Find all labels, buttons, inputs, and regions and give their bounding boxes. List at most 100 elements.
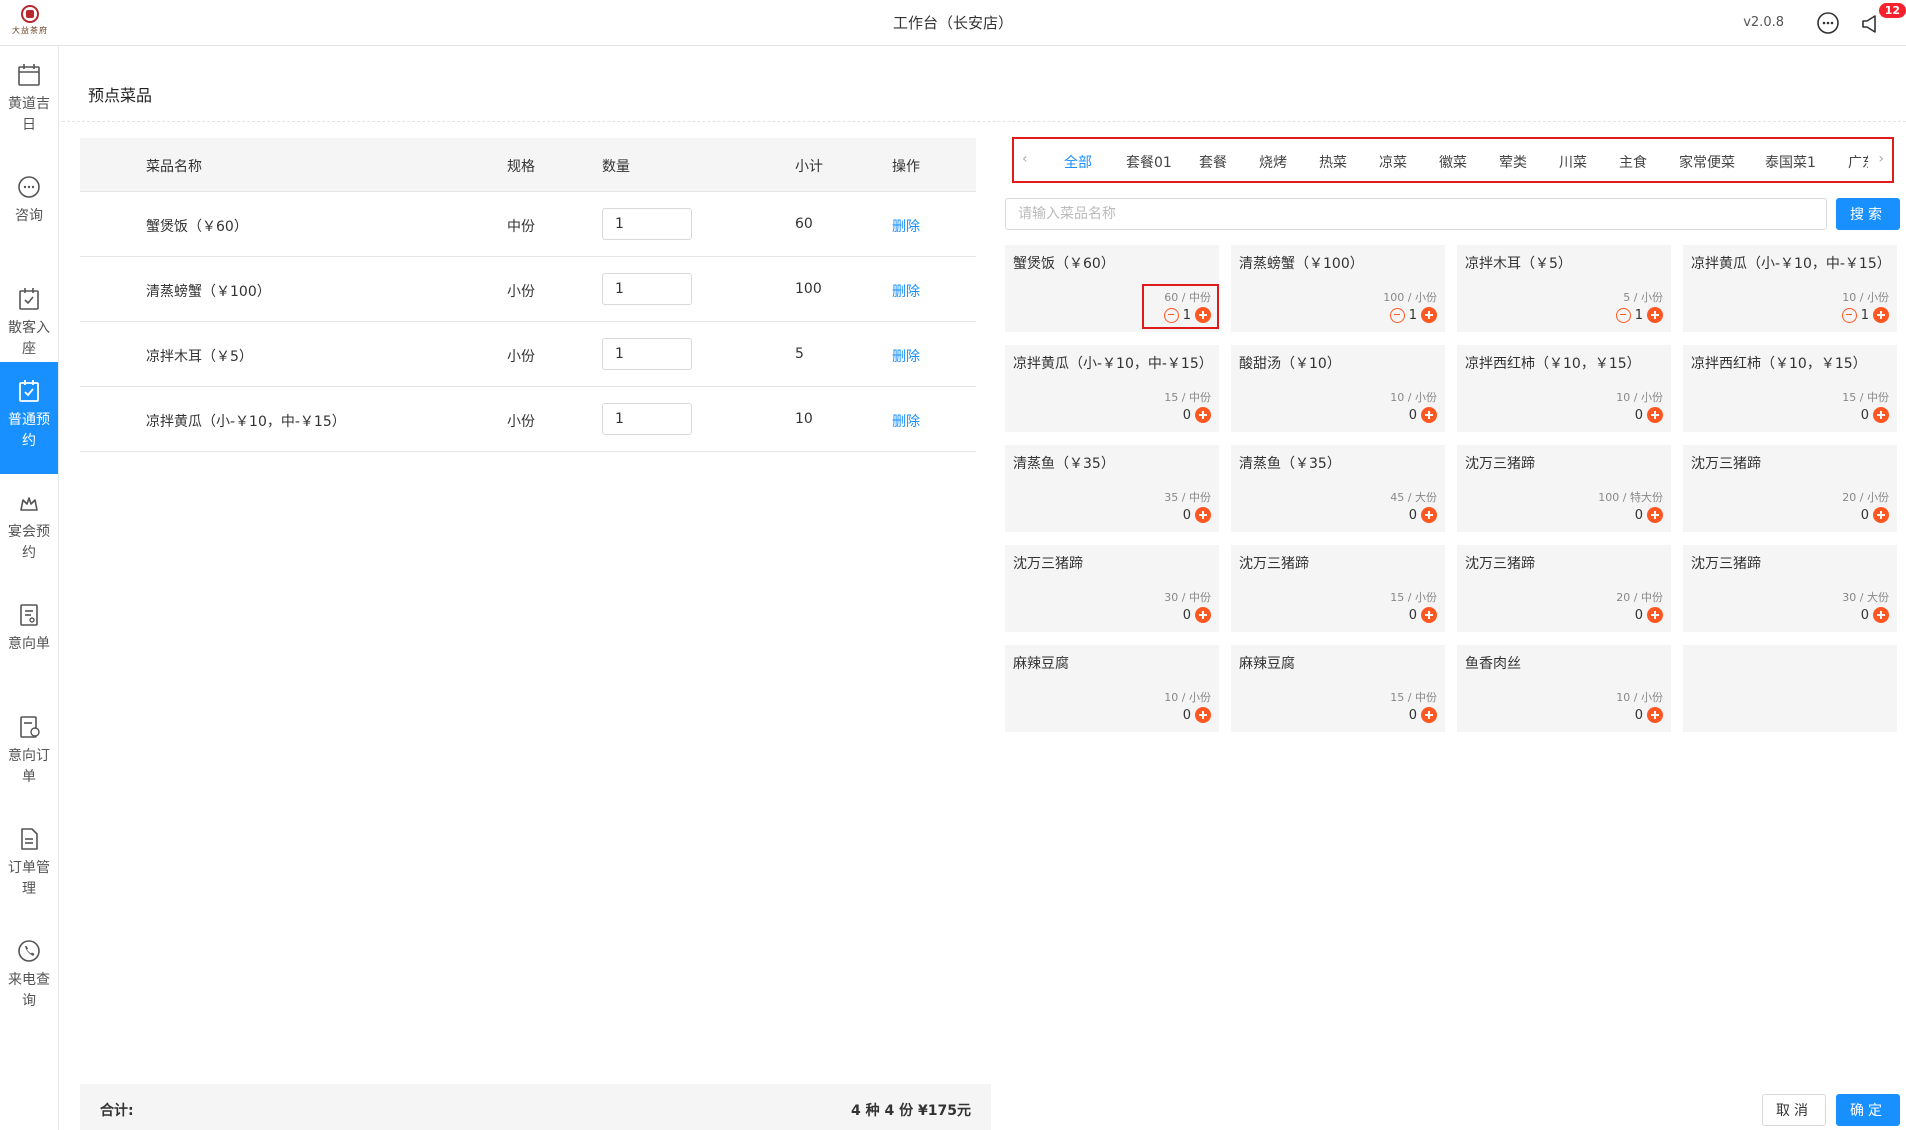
tab-set-01[interactable]: 套餐01 xyxy=(1126,152,1172,172)
table-row: 清蒸螃蟹（￥100） 小份 100 删除 xyxy=(80,257,976,322)
tab-cold-dish[interactable]: 凉菜 xyxy=(1379,152,1407,172)
dish-card-price-spec: 10 / 小份 xyxy=(1616,691,1663,704)
plus-circle-icon[interactable] xyxy=(1421,307,1437,323)
top-bar: 大益茶府 工作台（长安店） v2.0.8 12 xyxy=(0,0,1906,46)
dish-card-price-spec: 100 / 小份 xyxy=(1383,291,1437,304)
phone-icon xyxy=(18,940,40,962)
order-total-bar: 合计: 4 种 4 份 ¥175元 xyxy=(80,1084,991,1130)
plus-circle-icon[interactable] xyxy=(1873,407,1889,423)
dish-card-name: 清蒸鱼（￥35） xyxy=(1239,456,1341,472)
plus-circle-icon[interactable] xyxy=(1195,407,1211,423)
minus-circle-icon[interactable] xyxy=(1389,307,1405,323)
tab-hot-dish[interactable]: 热菜 xyxy=(1319,152,1347,172)
plus-circle-icon[interactable] xyxy=(1421,707,1437,723)
sidebar-item-intent-order[interactable]: 意向订单 xyxy=(0,698,58,810)
dish-card-name: 沈万三猪蹄 xyxy=(1239,556,1309,572)
tab-set[interactable]: 套餐 xyxy=(1199,152,1227,172)
category-tabs: ‹ 全部 套餐01 套餐 烧烤 热菜 凉菜 徽菜 荤类 川菜 主食 家常便菜 泰… xyxy=(1012,137,1894,183)
dish-card-count: 0 xyxy=(1182,407,1191,423)
sidebar-item-consult[interactable]: 咨询 xyxy=(0,158,58,270)
quantity-input[interactable] xyxy=(602,338,692,370)
quantity-stepper: 0 xyxy=(1861,607,1889,623)
plus-circle-icon[interactable] xyxy=(1647,507,1663,523)
chevron-left-icon[interactable]: ‹ xyxy=(1022,151,1028,167)
dish-card: 沈万三猪蹄 20 / 小份 0 xyxy=(1683,445,1897,532)
quantity-input[interactable] xyxy=(602,403,692,435)
minus-circle-icon[interactable] xyxy=(1615,307,1631,323)
dish-spec: 小份 xyxy=(507,349,535,365)
dish-card: 沈万三猪蹄 30 / 大份 0 xyxy=(1683,545,1897,632)
tab-all[interactable]: 全部 xyxy=(1064,152,1092,172)
tab-sichuan[interactable]: 川菜 xyxy=(1559,152,1587,172)
sidebar-item-orders[interactable]: 订单管理 xyxy=(0,810,58,922)
tab-cantonese[interactable]: 广东菜 xyxy=(1848,152,1868,172)
dish-subtotal: 100 xyxy=(795,281,822,297)
quantity-stepper: 1 xyxy=(1841,307,1889,323)
plus-circle-icon[interactable] xyxy=(1873,607,1889,623)
message-icon[interactable] xyxy=(1816,11,1840,35)
plus-circle-icon[interactable] xyxy=(1873,307,1889,323)
plus-circle-icon[interactable] xyxy=(1647,707,1663,723)
chevron-right-icon[interactable]: › xyxy=(1878,151,1884,167)
plus-circle-icon[interactable] xyxy=(1647,607,1663,623)
sidebar-item-label: 咨询 xyxy=(15,208,43,224)
sidebar-item-reservation[interactable]: 普通预约 xyxy=(0,362,58,474)
tab-home-style[interactable]: 家常便菜 xyxy=(1679,152,1735,172)
dish-card-name: 酸甜汤（￥10） xyxy=(1239,356,1341,372)
dish-card-count: 0 xyxy=(1182,707,1191,723)
delete-link[interactable]: 删除 xyxy=(892,216,920,236)
plus-circle-icon[interactable] xyxy=(1195,707,1211,723)
plus-circle-icon[interactable] xyxy=(1421,607,1437,623)
cancel-button[interactable]: 取消 xyxy=(1762,1094,1826,1126)
header-divider xyxy=(62,121,1906,122)
plus-circle-icon[interactable] xyxy=(1195,607,1211,623)
sidebar-item-banquet[interactable]: 宴会预约 xyxy=(0,474,58,586)
dish-card-name: 清蒸螃蟹（￥100） xyxy=(1239,256,1364,272)
dish-card-price-spec: 15 / 中份 xyxy=(1842,391,1889,404)
sidebar-item-call-lookup[interactable]: 来电查询 xyxy=(0,922,58,1034)
dish-card: 清蒸螃蟹（￥100） 100 / 小份 1 xyxy=(1231,245,1445,332)
delete-link[interactable]: 删除 xyxy=(892,281,920,301)
tab-staple[interactable]: 主食 xyxy=(1619,152,1647,172)
tab-thai[interactable]: 泰国菜1 xyxy=(1765,152,1816,172)
dish-card-name: 凉拌西红柿（￥10，￥15） xyxy=(1465,356,1641,372)
sidebar-item-calendar[interactable]: 黄道吉日 xyxy=(0,46,58,158)
quantity-stepper: 0 xyxy=(1409,507,1437,523)
dish-search-input[interactable] xyxy=(1005,198,1827,230)
app-title: 工作台（长安店） xyxy=(892,14,1013,32)
dish-card: 凉拌西红柿（￥10，￥15） 15 / 中份 0 xyxy=(1683,345,1897,432)
dish-card-name: 凉拌黄瓜（小-￥10，中-￥15） xyxy=(1013,356,1213,372)
col-dish-name: 菜品名称 xyxy=(146,159,202,175)
plus-circle-icon[interactable] xyxy=(1647,407,1663,423)
tab-bbq[interactable]: 烧烤 xyxy=(1259,152,1287,172)
page-title: 预点菜品 xyxy=(88,86,153,105)
delete-link[interactable]: 删除 xyxy=(892,411,920,431)
plus-circle-icon[interactable] xyxy=(1421,407,1437,423)
sidebar-item-intent[interactable]: 意向单 xyxy=(0,586,58,698)
tab-meat[interactable]: 荤类 xyxy=(1499,152,1527,172)
plus-circle-icon[interactable] xyxy=(1647,307,1663,323)
plus-circle-icon[interactable] xyxy=(1421,507,1437,523)
dish-card-name: 沈万三猪蹄 xyxy=(1691,556,1761,572)
col-spec: 规格 xyxy=(507,159,535,175)
dish-card-count: 0 xyxy=(1182,607,1191,623)
search-button[interactable]: 搜索 xyxy=(1836,198,1900,230)
quantity-stepper: 0 xyxy=(1183,507,1211,523)
banquet-icon xyxy=(20,497,38,511)
dish-card-price-spec: 100 / 特大份 xyxy=(1598,491,1663,504)
minus-circle-icon[interactable] xyxy=(1841,307,1857,323)
quantity-stepper: 0 xyxy=(1183,607,1211,623)
sidebar-item-label: 意向单 xyxy=(8,636,50,652)
plus-circle-icon[interactable] xyxy=(1195,507,1211,523)
plus-circle-icon[interactable] xyxy=(1873,507,1889,523)
delete-link[interactable]: 删除 xyxy=(892,346,920,366)
quantity-input[interactable] xyxy=(602,273,692,305)
tab-anhui[interactable]: 徽菜 xyxy=(1439,152,1467,172)
reserve-icon xyxy=(19,380,39,402)
dish-card-price-spec: 10 / 小份 xyxy=(1842,291,1889,304)
quantity-stepper: 0 xyxy=(1635,507,1663,523)
dish-card-price-spec: 15 / 中份 xyxy=(1164,391,1211,404)
confirm-button[interactable]: 确定 xyxy=(1836,1094,1900,1126)
intent-order-icon xyxy=(20,716,40,738)
quantity-input[interactable] xyxy=(602,208,692,240)
